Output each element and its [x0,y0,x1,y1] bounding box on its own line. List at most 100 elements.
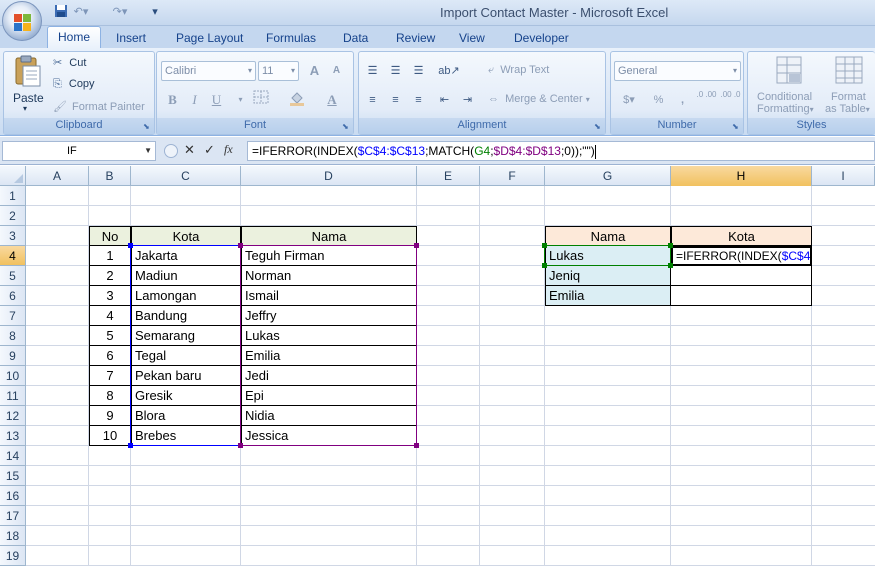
tab-page-layout[interactable]: Page Layout [170,29,249,49]
currency-icon[interactable]: $▾ [614,90,644,110]
number-launcher-icon[interactable]: ⬊ [732,122,741,131]
font-launcher-icon[interactable]: ⬊ [342,122,351,131]
row-header-15[interactable]: 15 [0,466,26,486]
tab-formulas[interactable]: Formulas [260,29,322,49]
row-header-6[interactable]: 6 [0,286,26,306]
table-cell[interactable]: Epi [241,386,417,406]
table-cell[interactable]: Jedi [241,366,417,386]
undo-icon[interactable]: ↶▾ [72,4,90,20]
range-handle[interactable] [238,243,243,248]
row-header-4[interactable]: 4 [0,246,26,266]
clipboard-launcher-icon[interactable]: ⬊ [143,122,152,131]
table-cell[interactable]: 10 [89,426,131,446]
align-left-icon[interactable]: ≡ [362,90,383,110]
tab-home[interactable]: Home [47,26,101,49]
row-header-14[interactable]: 14 [0,446,26,466]
table-header-cell[interactable]: Nama [241,226,417,246]
paste-icon[interactable] [10,54,44,88]
format-as-table-label-1[interactable]: Format [831,91,866,103]
table-cell[interactable]: Semarang [131,326,241,346]
row-header-13[interactable]: 13 [0,426,26,446]
range-handle[interactable] [128,443,133,448]
office-button[interactable] [2,1,42,41]
underline-button[interactable]: U [206,90,227,110]
enter-icon[interactable]: ✓ [204,142,215,158]
alignment-launcher-icon[interactable]: ⬊ [594,122,603,131]
row-header-16[interactable]: 16 [0,486,26,506]
row-header-11[interactable]: 11 [0,386,26,406]
font-name-select[interactable]: Calibri ▾ [161,61,256,81]
formula-input[interactable]: =IFERROR(INDEX($C$4:$C$13;MATCH(G4;$D$4:… [247,141,875,161]
row-header-8[interactable]: 8 [0,326,26,346]
orientation-icon[interactable]: ab↗ [434,61,464,81]
save-icon[interactable] [52,4,70,20]
range-handle[interactable] [542,263,547,268]
lookup-header-cell[interactable]: Nama [545,226,671,246]
decrease-decimal-button[interactable]: .00 .0 [720,90,741,110]
insert-function-icon[interactable]: fx [224,142,233,157]
table-cell[interactable]: Teguh Firman [241,246,417,266]
select-all-corner[interactable] [0,166,26,186]
table-cell[interactable]: Pekan baru [131,366,241,386]
paste-button[interactable]: Paste [13,91,44,105]
table-cell[interactable]: Lukas [241,326,417,346]
column-header-c[interactable]: C [131,166,241,186]
column-header-i[interactable]: I [812,166,875,186]
column-header-d[interactable]: D [241,166,417,186]
range-handle[interactable] [238,443,243,448]
table-cell[interactable]: 4 [89,306,131,326]
tab-developer[interactable]: Developer [508,29,575,49]
column-header-b[interactable]: B [89,166,131,186]
conditional-formatting-icon[interactable] [775,55,805,87]
borders-icon[interactable] [246,90,276,110]
lookup-header-cell[interactable]: Kota [671,226,812,246]
table-header-cell[interactable]: No [89,226,131,246]
font-color-button[interactable]: A [316,90,348,110]
row-header-18[interactable]: 18 [0,526,26,546]
column-header-g[interactable]: G [545,166,671,186]
lookup-name-cell[interactable]: Emilia [545,286,671,306]
align-middle-icon[interactable]: ☰ [385,61,406,81]
table-cell[interactable]: Blora [131,406,241,426]
column-header-h[interactable]: H [671,166,812,186]
number-format-select[interactable]: General ▾ [614,61,741,81]
column-header-f[interactable]: F [480,166,545,186]
fill-color-icon[interactable] [282,90,314,110]
customize-icon[interactable]: ▾ [146,4,164,20]
table-cell[interactable]: Lamongan [131,286,241,306]
conditional-formatting-label-2[interactable]: Formatting▾ [757,103,814,115]
comma-button[interactable]: , [672,90,693,110]
merge-center-button[interactable]: ⇔ Merge & Center ▾ [488,93,590,105]
table-header-cell[interactable]: Kota [131,226,241,246]
align-center-icon[interactable]: ≡ [385,90,406,110]
table-cell[interactable]: Tegal [131,346,241,366]
table-cell[interactable]: Gresik [131,386,241,406]
align-bottom-icon[interactable]: ☰ [408,61,429,81]
tab-view[interactable]: View [453,29,491,49]
shrink-font-button[interactable]: A [326,61,347,81]
tab-review[interactable]: Review [390,29,441,49]
font-size-select[interactable]: 11 ▾ [258,61,299,81]
lookup-name-cell[interactable]: Lukas [545,246,671,266]
row-header-3[interactable]: 3 [0,226,26,246]
wrap-text-button[interactable]: ⤶ Wrap Text [488,64,549,77]
table-cell[interactable]: 8 [89,386,131,406]
table-cell[interactable]: Jessica [241,426,417,446]
table-cell[interactable]: Jakarta [131,246,241,266]
table-cell[interactable]: Ismail [241,286,417,306]
range-handle[interactable] [128,243,133,248]
lookup-name-cell[interactable]: Jeniq [545,266,671,286]
range-handle[interactable] [542,243,547,248]
row-header-12[interactable]: 12 [0,406,26,426]
range-handle[interactable] [668,263,673,268]
copy-button[interactable]: ⎘ Copy [53,78,95,91]
column-header-a[interactable]: A [26,166,89,186]
table-cell[interactable]: 7 [89,366,131,386]
cut-button[interactable]: ✂ Cut [53,56,86,69]
row-header-10[interactable]: 10 [0,366,26,386]
tab-data[interactable]: Data [337,29,374,49]
active-cell[interactable]: =IFERROR(INDEX($C$4: [671,246,812,266]
align-right-icon[interactable]: ≡ [408,90,429,110]
range-handle[interactable] [668,243,673,248]
increase-decimal-button[interactable]: .0 .00 [696,90,717,110]
